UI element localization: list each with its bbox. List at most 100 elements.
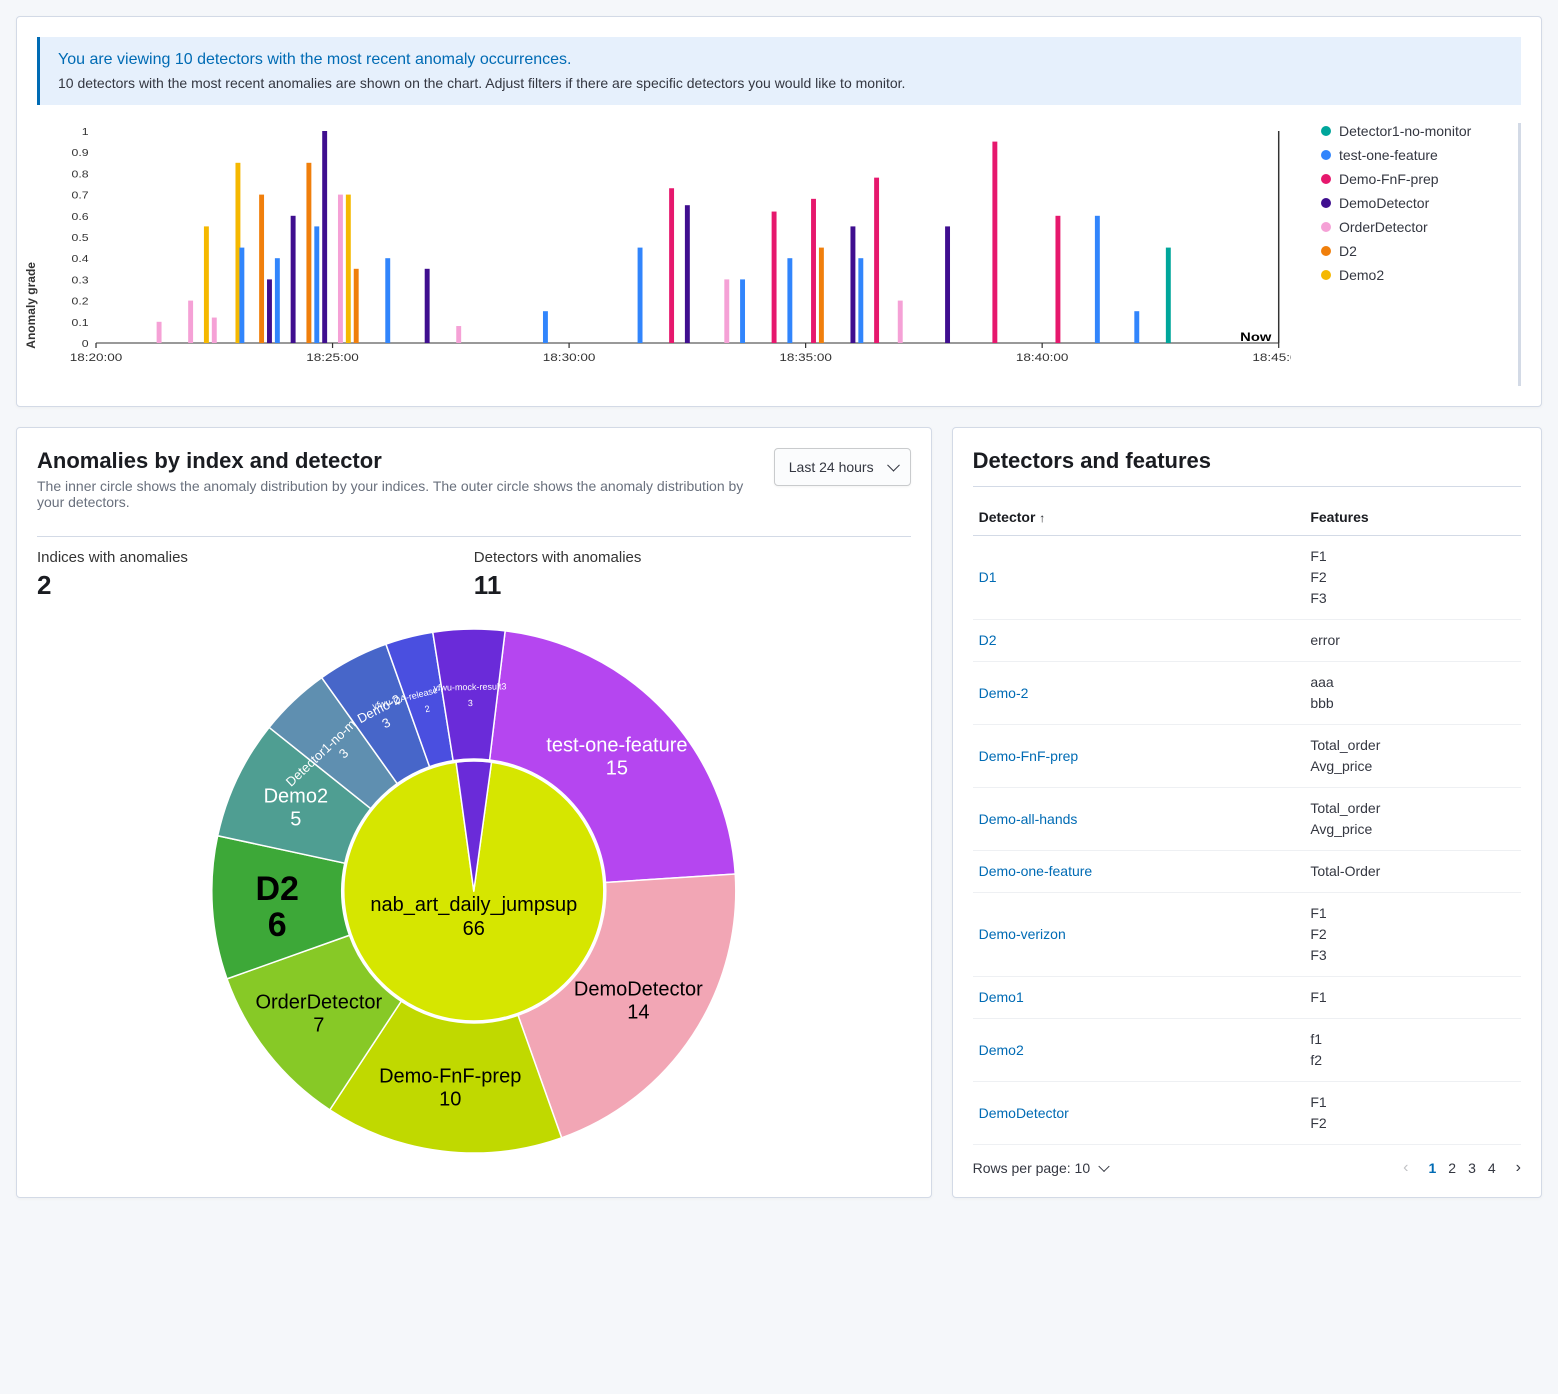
legend-item[interactable]: D2 bbox=[1321, 243, 1512, 259]
svg-text:0.8: 0.8 bbox=[72, 169, 89, 180]
legend-dot-icon bbox=[1321, 222, 1331, 232]
svg-text:1: 1 bbox=[82, 127, 89, 138]
next-page-icon[interactable]: › bbox=[1516, 1159, 1521, 1177]
table-row: DemoDetector F1F2 bbox=[973, 1082, 1521, 1145]
features-cell: F1F2 bbox=[1304, 1082, 1521, 1145]
features-column-header[interactable]: Features bbox=[1304, 499, 1521, 536]
legend-dot-icon bbox=[1321, 150, 1331, 160]
sunburst-title: Anomalies by index and detector bbox=[37, 448, 774, 474]
legend-dot-icon bbox=[1321, 126, 1331, 136]
features-cell: Total_orderAvg_price bbox=[1304, 788, 1521, 851]
svg-text:18:20:00: 18:20:00 bbox=[70, 351, 123, 363]
detector-link[interactable]: Demo-one-feature bbox=[979, 863, 1093, 879]
indices-stat-label: Indices with anomalies bbox=[37, 549, 474, 566]
svg-text:0.3: 0.3 bbox=[72, 275, 89, 286]
svg-text:0: 0 bbox=[82, 339, 89, 350]
legend-item[interactable]: Detector1-no-monitor bbox=[1321, 123, 1512, 139]
detector-link[interactable]: D2 bbox=[979, 632, 997, 648]
features-cell: F1F2F3 bbox=[1304, 893, 1521, 977]
legend-item[interactable]: test-one-feature bbox=[1321, 147, 1512, 163]
table-row: Demo-all-hands Total_orderAvg_price bbox=[973, 788, 1521, 851]
svg-text:Now: Now bbox=[1240, 330, 1272, 343]
sort-asc-icon: ↑ bbox=[1039, 511, 1045, 525]
page-number[interactable]: 2 bbox=[1448, 1160, 1456, 1176]
sunburst-chart: nab_art_daily_jumpsup66test-one-feature1… bbox=[37, 601, 911, 1161]
detector-link[interactable]: Demo-FnF-prep bbox=[979, 748, 1079, 764]
table-row: Demo2f1f2 bbox=[973, 1019, 1521, 1082]
table-row: Demo-verizon F1F2F3 bbox=[973, 893, 1521, 977]
y-axis-label: Anomaly grade bbox=[24, 262, 38, 349]
svg-text:0.2: 0.2 bbox=[72, 297, 89, 308]
table-row: Demo1 F1 bbox=[973, 977, 1521, 1019]
legend-label: Demo2 bbox=[1339, 267, 1384, 283]
legend-label: Detector1-no-monitor bbox=[1339, 123, 1471, 139]
legend-dot-icon bbox=[1321, 198, 1331, 208]
detector-link[interactable]: Demo2 bbox=[979, 1042, 1024, 1058]
features-cell: Total-Order bbox=[1304, 851, 1521, 893]
anomalies-by-index-panel: Anomalies by index and detector The inne… bbox=[16, 427, 932, 1198]
indices-stat-value: 2 bbox=[37, 570, 474, 601]
legend-label: D2 bbox=[1339, 243, 1357, 259]
legend-label: OrderDetector bbox=[1339, 219, 1428, 235]
svg-text:D2: D2 bbox=[255, 870, 298, 908]
legend-dot-icon bbox=[1321, 270, 1331, 280]
svg-text:66: 66 bbox=[463, 918, 485, 940]
svg-text:OrderDetector: OrderDetector bbox=[255, 992, 382, 1014]
table-row: Demo-2 aaabbb bbox=[973, 662, 1521, 725]
svg-text:10: 10 bbox=[439, 1089, 461, 1111]
detectors-stat-label: Detectors with anomalies bbox=[474, 549, 911, 566]
svg-text:Demo-FnF-prep: Demo-FnF-prep bbox=[379, 1066, 521, 1088]
svg-text:Demo2: Demo2 bbox=[264, 785, 328, 807]
detector-column-header[interactable]: Detector ↑ bbox=[973, 499, 1305, 536]
anomaly-grade-chart: Anomaly grade 00.10.20.30.40.50.60.70.80… bbox=[37, 123, 1291, 386]
svg-text:test-one-feature: test-one-feature bbox=[546, 735, 687, 757]
legend-item[interactable]: Demo-FnF-prep bbox=[1321, 171, 1512, 187]
features-cell: aaabbb bbox=[1304, 662, 1521, 725]
detector-link[interactable]: Demo-verizon bbox=[979, 926, 1066, 942]
table-row: D2 error bbox=[973, 620, 1521, 662]
svg-text:0.4: 0.4 bbox=[72, 254, 89, 265]
legend-item[interactable]: DemoDetector bbox=[1321, 195, 1512, 211]
legend-item[interactable]: OrderDetector bbox=[1321, 219, 1512, 235]
svg-text:0.1: 0.1 bbox=[72, 318, 89, 329]
table-row: Demo-FnF-prepTotal_orderAvg_price bbox=[973, 725, 1521, 788]
legend-label: Demo-FnF-prep bbox=[1339, 171, 1439, 187]
legend-dot-icon bbox=[1321, 174, 1331, 184]
detector-link[interactable]: DemoDetector bbox=[979, 1105, 1069, 1121]
features-cell: error bbox=[1304, 620, 1521, 662]
svg-text:14: 14 bbox=[627, 1001, 649, 1023]
pagination: ‹ 1234 › bbox=[1403, 1159, 1521, 1177]
svg-text:18:35:00: 18:35:00 bbox=[779, 351, 832, 363]
detector-link[interactable]: Demo-2 bbox=[979, 685, 1029, 701]
svg-text:18:25:00: 18:25:00 bbox=[306, 351, 359, 363]
live-anomalies-panel: You are viewing 10 detectors with the mo… bbox=[16, 16, 1542, 407]
detectors-table: Detector ↑ Features D1F1F2F3D2errorDemo-… bbox=[973, 499, 1521, 1145]
detectors-features-panel: Detectors and features Detector ↑ Featur… bbox=[952, 427, 1542, 1198]
page-number[interactable]: 1 bbox=[1428, 1160, 1436, 1176]
legend-item[interactable]: Demo2 bbox=[1321, 267, 1512, 283]
svg-text:DemoDetector: DemoDetector bbox=[574, 978, 703, 1000]
svg-text:0.7: 0.7 bbox=[72, 191, 89, 202]
time-range-label: Last 24 hours bbox=[789, 459, 874, 475]
detector-link[interactable]: D1 bbox=[979, 569, 997, 585]
page-number[interactable]: 4 bbox=[1488, 1160, 1496, 1176]
svg-text:5: 5 bbox=[290, 808, 301, 830]
table-row: Demo-one-feature Total-Order bbox=[973, 851, 1521, 893]
prev-page-icon[interactable]: ‹ bbox=[1403, 1159, 1408, 1177]
detector-link[interactable]: Demo1 bbox=[979, 989, 1024, 1005]
svg-text:18:30:00: 18:30:00 bbox=[543, 351, 596, 363]
svg-text:3: 3 bbox=[468, 698, 473, 708]
callout-body: 10 detectors with the most recent anomal… bbox=[58, 75, 1503, 91]
time-range-select[interactable]: Last 24 hours bbox=[774, 448, 911, 486]
rows-per-page-select[interactable]: Rows per page: 10 bbox=[973, 1160, 1109, 1176]
svg-text:0.9: 0.9 bbox=[72, 148, 89, 159]
svg-text:0.6: 0.6 bbox=[72, 212, 89, 223]
features-cell: F1F2F3 bbox=[1304, 536, 1521, 620]
svg-text:15: 15 bbox=[606, 758, 628, 780]
info-callout: You are viewing 10 detectors with the mo… bbox=[37, 37, 1521, 105]
features-cell: F1 bbox=[1304, 977, 1521, 1019]
detector-link[interactable]: Demo-all-hands bbox=[979, 811, 1078, 827]
svg-text:yfwu-mock-result3: yfwu-mock-result3 bbox=[433, 681, 506, 692]
page-number[interactable]: 3 bbox=[1468, 1160, 1476, 1176]
legend-dot-icon bbox=[1321, 246, 1331, 256]
